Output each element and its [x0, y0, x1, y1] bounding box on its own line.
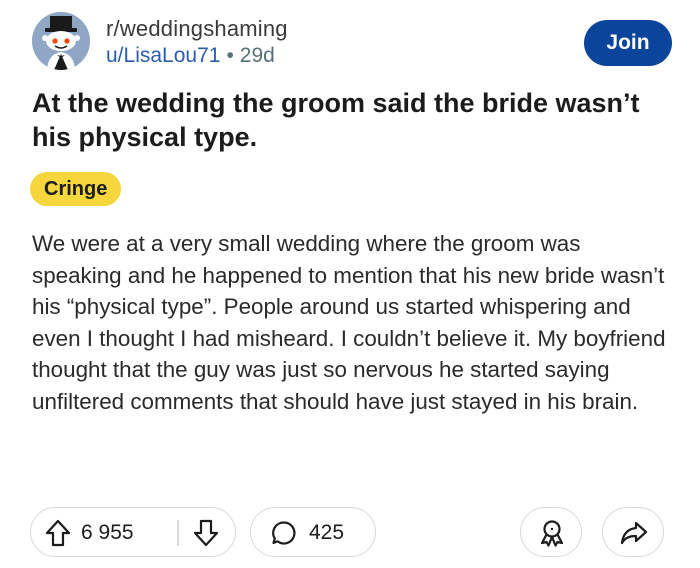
arrow-down-icon[interactable] [193, 519, 219, 547]
meta-separator: • [226, 44, 234, 67]
arrow-up-icon[interactable] [45, 519, 71, 547]
join-button[interactable]: Join [584, 20, 672, 66]
award-button[interactable] [520, 507, 582, 557]
comments-button[interactable]: 425 [250, 507, 376, 557]
vote-group: 6 955 [30, 507, 236, 557]
post-title[interactable]: At the wedding the groom said the bride … [32, 86, 672, 154]
post-age: 29d [239, 44, 275, 67]
upvote-count: 6 955 [81, 521, 134, 544]
post-header: r/weddingshaming u/LisaLou71 • 29d Join [32, 12, 672, 72]
post-action-bar: 6 955 425 [30, 507, 672, 557]
comment-count: 425 [309, 521, 345, 544]
post-flair[interactable]: Cringe [30, 172, 122, 206]
subreddit-name[interactable]: r/weddingshaming [106, 16, 288, 42]
share-arrow-icon [620, 521, 648, 545]
speech-bubble-icon [272, 521, 296, 545]
subreddit-avatar[interactable] [32, 12, 90, 70]
vote-divider [177, 520, 179, 546]
snoo-groom-avatar-icon [32, 12, 90, 70]
share-button[interactable] [602, 507, 664, 557]
author-link[interactable]: u/LisaLou71 [106, 44, 220, 67]
award-icon [540, 520, 564, 547]
post-body: We were at a very small wedding where th… [32, 231, 666, 414]
post-meta: u/LisaLou71 • 29d [106, 44, 275, 68]
